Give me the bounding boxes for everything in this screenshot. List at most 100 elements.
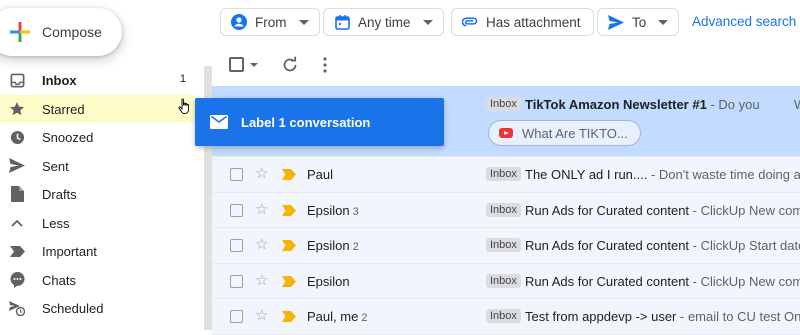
- table-row[interactable]: ☆ Paul Inbox The ONLY ad I run.... - Don…: [212, 157, 800, 193]
- sidebar-item-label: Drafts: [42, 187, 77, 202]
- inbox-icon: [9, 72, 25, 88]
- email-subject: Test from appdevp -> user - email to CU …: [525, 309, 800, 324]
- row-checkbox[interactable]: [230, 168, 243, 181]
- table-row[interactable]: ☆ Epsilon 2 Inbox Run Ads for Curated con…: [212, 228, 800, 264]
- sender-name: Paul, me 2: [307, 309, 368, 324]
- email-subject: TikTok Amazon Newsletter #1 - Do you: [525, 97, 760, 112]
- email-snippet: - Do you: [706, 97, 760, 112]
- row-checkbox[interactable]: [230, 239, 243, 252]
- to-filter-label: To: [632, 14, 647, 30]
- row-checkbox[interactable]: [230, 310, 243, 323]
- sidebar-item-snoozed[interactable]: Snoozed: [0, 123, 204, 152]
- email-subject: Run Ads for Curated content - ClickUp Ne…: [525, 273, 800, 289]
- sidebar-item-less[interactable]: Less: [0, 209, 204, 238]
- star-icon[interactable]: ☆: [255, 308, 268, 324]
- send-icon: [608, 14, 624, 30]
- more-options-icon[interactable]: [316, 56, 334, 74]
- hand-cursor-icon: [178, 98, 189, 114]
- draft-icon: [9, 186, 25, 202]
- mail-icon: [210, 115, 228, 129]
- sidebar-item-label: Sent: [42, 158, 69, 174]
- sidebar-item-starred[interactable]: Starred: [0, 94, 204, 123]
- advanced-search-link[interactable]: Advanced search: [692, 14, 796, 29]
- scheduled-icon: [9, 300, 25, 316]
- table-row[interactable]: ☆ Paul, me 2 Inbox Test from appdevp -> u…: [212, 299, 800, 335]
- select-all-checkbox[interactable]: [229, 57, 244, 72]
- unread-count: 1: [179, 73, 186, 85]
- sender-name: Epsilon: [307, 273, 350, 289]
- to-filter-chip[interactable]: To: [597, 8, 680, 36]
- sidebar-item-label: Snoozed: [42, 130, 94, 145]
- sidebar-item-label: Less: [42, 215, 70, 231]
- sidebar-item-label: Inbox: [42, 73, 77, 88]
- compose-label: Compose: [42, 24, 102, 40]
- has-attachment-filter-chip[interactable]: Has attachment: [451, 8, 594, 36]
- important-icon: [9, 243, 25, 259]
- inbox-tag: Inbox: [486, 97, 521, 111]
- from-filter-label: From: [255, 14, 287, 30]
- chevron-down-icon: [298, 19, 309, 25]
- subject-text: TikTok Amazon Newsletter #1: [525, 97, 707, 112]
- attachment-icon: [462, 14, 478, 30]
- any-time-filter-label: Any time: [358, 14, 411, 30]
- sidebar-item-label: Scheduled: [42, 301, 104, 316]
- email-subject: Run Ads for Curated content - ClickUp St…: [525, 238, 800, 253]
- attachment-name: What Are TIKTO...: [522, 125, 628, 141]
- important-marker-icon[interactable]: [282, 311, 296, 322]
- sidebar-item-drafts[interactable]: Drafts: [0, 180, 204, 209]
- sidebar-item-inbox[interactable]: Inbox 1: [0, 66, 204, 95]
- sidebar: Compose Inbox 1 Starred Snoozed Sent Dra…: [0, 0, 204, 330]
- star-icon[interactable]: ☆: [255, 166, 268, 182]
- sidebar-item-label: Important: [42, 244, 97, 259]
- chevron-up-icon: [9, 215, 25, 231]
- from-filter-chip[interactable]: From: [220, 8, 320, 36]
- email-subject: The ONLY ad I run.... - Don't waste time…: [525, 167, 800, 182]
- chevron-down-icon: [422, 19, 433, 25]
- row-checkbox[interactable]: [230, 203, 243, 217]
- has-attachment-filter-label: Has attachment: [486, 14, 581, 30]
- sender-name: Epsilon 3: [307, 202, 359, 218]
- sidebar-item-important[interactable]: Important: [0, 237, 204, 266]
- table-row[interactable]: ☆ Epsilon 3 Inbox Run Ads for Curated con…: [212, 192, 800, 228]
- star-icon[interactable]: ☆: [255, 201, 268, 218]
- inbox-tag: Inbox: [486, 309, 521, 323]
- sidebar-item-sent[interactable]: Sent: [0, 152, 204, 181]
- star-icon[interactable]: ☆: [255, 237, 268, 253]
- email-snippet-overflow: W: [794, 97, 800, 112]
- inbox-tag: Inbox: [486, 238, 521, 252]
- person-icon: [231, 14, 247, 30]
- attachment-chip[interactable]: What Are TIKTO...: [488, 120, 641, 146]
- calendar-icon: [334, 14, 350, 30]
- sidebar-nav: Inbox 1 Starred Snoozed Sent Drafts Less…: [0, 66, 204, 323]
- table-row[interactable]: ☆ Epsilon Inbox Run Ads for Curated cont…: [212, 263, 800, 299]
- chat-icon: [9, 271, 25, 288]
- drag-label-tooltip: Label 1 conversation: [195, 98, 444, 146]
- important-marker-icon[interactable]: [282, 275, 296, 287]
- compose-button[interactable]: Compose: [0, 8, 122, 56]
- star-icon: [9, 101, 25, 117]
- send-icon: [9, 158, 25, 174]
- list-toolbar: [212, 44, 800, 86]
- sidebar-item-label: Chats: [42, 272, 76, 288]
- refresh-icon[interactable]: [281, 56, 299, 74]
- clock-icon: [9, 129, 25, 145]
- chevron-down-icon: [658, 19, 669, 25]
- important-marker-icon[interactable]: [282, 240, 296, 251]
- plus-icon: [10, 22, 30, 42]
- important-marker-icon[interactable]: [282, 204, 296, 216]
- email-subject: Run Ads for Curated content - ClickUp Ne…: [525, 202, 800, 218]
- star-icon[interactable]: ☆: [255, 272, 268, 289]
- any-time-filter-chip[interactable]: Any time: [323, 8, 444, 36]
- sidebar-item-scheduled[interactable]: Scheduled: [0, 294, 204, 323]
- youtube-icon: [499, 128, 513, 138]
- important-marker-icon[interactable]: [282, 169, 296, 180]
- sidebar-item-label: Starred: [42, 101, 85, 117]
- select-dropdown-icon[interactable]: [250, 63, 258, 67]
- search-filter-bar: From Any time Has attachment To Advanced…: [212, 0, 800, 44]
- inbox-tag: Inbox: [486, 273, 521, 288]
- inbox-tag: Inbox: [486, 202, 521, 217]
- sender-name: Epsilon 2: [307, 238, 359, 253]
- sidebar-item-chats[interactable]: Chats: [0, 266, 204, 295]
- row-checkbox[interactable]: [230, 274, 243, 288]
- inbox-tag: Inbox: [486, 167, 521, 181]
